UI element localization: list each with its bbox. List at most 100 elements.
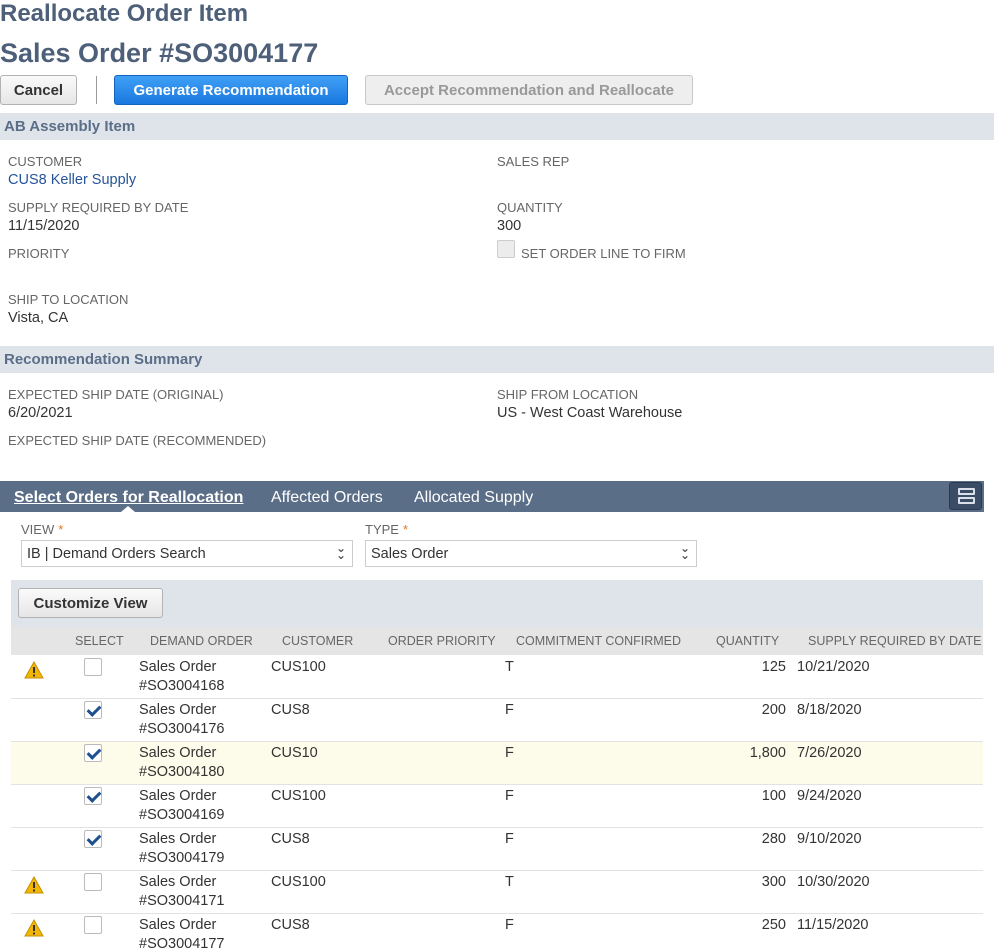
type-select-value: Sales Order [371, 545, 449, 562]
customer-link[interactable]: CUS100 [271, 873, 326, 892]
generate-recommendation-button[interactable]: Generate Recommendation [114, 75, 348, 105]
supply-date-cell: 10/30/2020 [797, 874, 870, 890]
customer-link[interactable]: CUS8 [271, 701, 310, 720]
customer-link[interactable]: CUS8 [271, 830, 310, 849]
supply-date-value: 11/15/2020 [8, 218, 80, 234]
demand-order-number: #SO3004171 [139, 893, 225, 909]
demand-order-number: #SO3004168 [139, 678, 225, 694]
tab-select-orders-label: Select Orders for Reallocation [14, 489, 244, 506]
commitment-confirmed-cell: T [505, 659, 514, 675]
exp-ship-original-label: EXPECTED SHIP DATE (ORIGINAL) [8, 387, 224, 402]
col-commitment-confirmed[interactable]: COMMITMENT CONFIRMED [516, 634, 681, 648]
sales-rep-label: SALES REP [497, 154, 570, 169]
demand-order-type: Sales Order [139, 659, 217, 675]
warning-icon [24, 918, 44, 942]
commitment-confirmed-cell: T [505, 874, 514, 890]
tab-select-orders[interactable]: Select Orders for Reallocation [14, 489, 243, 507]
row-select-checkbox[interactable] [84, 830, 102, 848]
demand-order-type: Sales Order [139, 917, 217, 933]
demand-order-number: #SO3004176 [139, 721, 225, 737]
row-select-checkbox[interactable] [84, 658, 102, 676]
demand-order-link[interactable]: Sales Order #SO3004180 [139, 744, 224, 782]
firm-checkbox[interactable] [497, 240, 515, 258]
col-customer[interactable]: CUSTOMER [282, 634, 353, 648]
demand-order-type: Sales Order [139, 874, 217, 890]
demand-order-link[interactable]: Sales Order #SO3004177 [139, 916, 224, 948]
tab-allocated-supply[interactable]: Allocated Supply [414, 489, 533, 507]
record-title: Sales Order #SO3004177 [0, 38, 319, 68]
col-demand-order[interactable]: DEMAND ORDER [150, 634, 253, 648]
view-select-value: IB | Demand Orders Search [27, 545, 206, 562]
quantity-cell: 300 [761, 874, 786, 890]
type-filter-label: TYPE * [365, 522, 408, 537]
table-row[interactable]: Sales Order #SO3004168 CUS100 T 125 10/21/202… [11, 656, 983, 699]
demand-order-link[interactable]: Sales Order #SO3004169 [139, 787, 224, 825]
customer-link[interactable]: CUS100 [271, 658, 326, 677]
quantity-cell: 125 [761, 659, 786, 675]
accept-reallocate-button[interactable]: Accept Recommendation and Reallocate [365, 75, 693, 105]
supply-date-cell: 10/21/2020 [797, 659, 870, 675]
row-select-checkbox[interactable] [84, 916, 102, 934]
cancel-button[interactable]: Cancel [0, 75, 77, 105]
required-mark: * [58, 522, 64, 537]
type-select[interactable]: Sales Order ⌄ ⌄ [365, 540, 697, 567]
customer-link[interactable]: CUS100 [271, 787, 326, 806]
table-row[interactable]: Sales Order #SO3004176 CUS8 F 200 8/18/2020 [11, 699, 983, 742]
double-chevron-down-icon: ⌄ ⌄ [679, 541, 690, 562]
customer-link[interactable]: CUS8 [271, 916, 310, 935]
exp-ship-original-value: 6/20/2021 [8, 405, 73, 421]
demand-order-number: #SO3004177 [139, 936, 225, 948]
priority-label: PRIORITY [8, 246, 70, 261]
row-select-checkbox[interactable] [84, 701, 102, 719]
ship-from-label: SHIP FROM LOCATION [497, 387, 639, 402]
warning-icon [24, 875, 44, 899]
customer-link[interactable]: CUS8 Keller Supply [8, 172, 136, 188]
item-section-header[interactable]: AB Assembly Item [0, 113, 994, 140]
required-mark: * [402, 522, 409, 537]
ship-from-value: US - West Coast Warehouse [497, 405, 683, 421]
tab-allocated-supply-label: Allocated Supply [414, 489, 534, 506]
demand-order-link[interactable]: Sales Order #SO3004179 [139, 830, 224, 868]
demand-order-link[interactable]: Sales Order #SO3004168 [139, 658, 224, 696]
demand-order-link[interactable]: Sales Order #SO3004176 [139, 701, 224, 739]
quantity-label: QUANTITY [497, 200, 563, 215]
demand-order-number: #SO3004179 [139, 850, 225, 866]
supply-date-cell: 9/24/2020 [797, 788, 862, 804]
customer-link[interactable]: CUS10 [271, 744, 318, 763]
exp-ship-recommended-label: EXPECTED SHIP DATE (RECOMMENDED) [8, 433, 267, 448]
demand-order-number: #SO3004180 [139, 764, 225, 780]
tab-affected-orders[interactable]: Affected Orders [271, 489, 383, 507]
demand-order-type: Sales Order [139, 788, 217, 804]
quantity-cell: 200 [761, 702, 786, 718]
table-row[interactable]: Sales Order #SO3004179 CUS8 F 280 9/10/2020 [11, 828, 983, 871]
table-row[interactable]: Sales Order #SO3004171 CUS100 T 300 10/30/202… [11, 871, 983, 914]
commitment-confirmed-cell: F [505, 745, 514, 761]
demand-order-link[interactable]: Sales Order #SO3004171 [139, 873, 224, 911]
commitment-confirmed-cell: F [505, 831, 514, 847]
row-select-checkbox[interactable] [84, 787, 102, 805]
row-select-checkbox[interactable] [84, 744, 102, 762]
customize-view-button[interactable]: Customize View [18, 588, 163, 618]
table-row[interactable]: Sales Order #SO3004180 CUS10 F 1,800 7/26/202… [11, 742, 983, 785]
tab-affected-orders-label: Affected Orders [271, 489, 383, 506]
col-select[interactable]: SELECT [75, 634, 124, 648]
table-row[interactable]: Sales Order #SO3004177 CUS8 F 250 11/15/2020 [11, 914, 983, 948]
page-title: Reallocate Order Item [0, 0, 249, 27]
row-select-checkbox[interactable] [84, 873, 102, 891]
demand-order-number: #SO3004169 [139, 807, 225, 823]
quantity-cell: 280 [761, 831, 786, 847]
recommendation-section-header[interactable]: Recommendation Summary [0, 346, 994, 373]
commitment-confirmed-cell: F [505, 702, 514, 718]
commitment-confirmed-cell: F [505, 917, 514, 933]
supply-date-label: SUPPLY REQUIRED BY DATE [8, 200, 189, 215]
grid-header: SELECT DEMAND ORDER CUSTOMER ORDER PRIOR… [11, 627, 983, 655]
quantity-cell: 250 [761, 917, 786, 933]
view-select[interactable]: IB | Demand Orders Search ⌄ ⌄ [21, 540, 353, 567]
table-row[interactable]: Sales Order #SO3004169 CUS100 F 100 9/24/2020 [11, 785, 983, 828]
col-supply-required-date[interactable]: SUPPLY REQUIRED BY DATE [808, 634, 981, 648]
col-quantity[interactable]: QUANTITY [716, 634, 779, 648]
col-order-priority[interactable]: ORDER PRIORITY [388, 634, 496, 648]
layout-toggle-icon[interactable] [949, 482, 982, 510]
view-label-text: VIEW [21, 522, 55, 537]
quantity-cell: 1,800 [749, 745, 786, 761]
